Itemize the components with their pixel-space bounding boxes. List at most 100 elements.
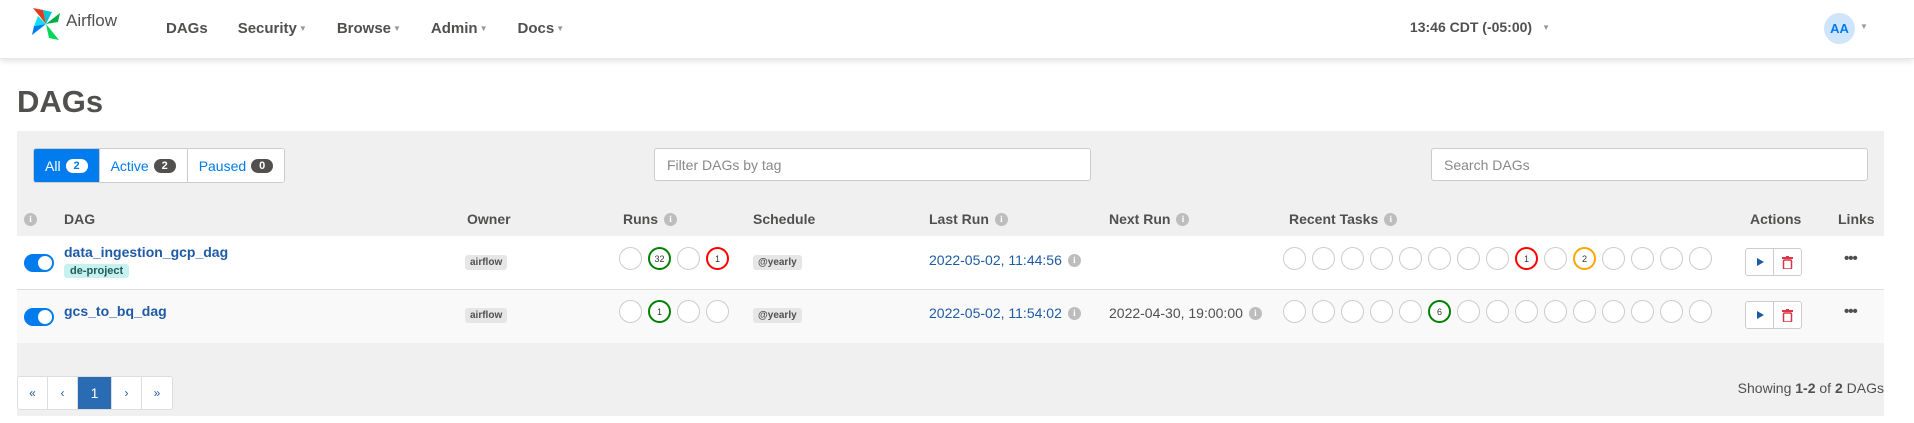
task-state-circle-failed[interactable]: 1 (1515, 247, 1538, 270)
col-links-label: Links (1838, 211, 1875, 227)
dag-id-link[interactable]: data_ingestion_gcp_dag (64, 244, 228, 260)
filter-all-button[interactable]: All 2 (34, 149, 100, 182)
airflow-logo-icon (32, 8, 60, 40)
col-dag-header[interactable]: DAG (64, 209, 95, 229)
filter-paused-button[interactable]: Paused 0 (187, 149, 285, 182)
run-state-circle-running[interactable] (677, 247, 700, 270)
task-state-circle-deferred[interactable] (1689, 300, 1712, 323)
info-icon[interactable]: i (1176, 212, 1190, 226)
owner-badge[interactable]: airflow (465, 308, 508, 323)
col-schedule-label: Schedule (753, 211, 816, 227)
col-recent-tasks-header: Recent Tasks i (1289, 209, 1398, 229)
nav-browse-label: Browse (336, 19, 391, 37)
task-state-circle-scheduled[interactable] (1341, 300, 1364, 323)
col-last-run-header: Last Run i (929, 209, 1008, 229)
task-state-circle-failed[interactable] (1515, 300, 1538, 323)
nav-docs[interactable]: Docs ▼ (518, 20, 565, 37)
chevron-down-icon: ▼ (298, 23, 307, 33)
run-state-circle-failed[interactable]: 1 (706, 247, 729, 270)
task-state-circle-sensing[interactable] (1660, 300, 1683, 323)
task-state-circle-none[interactable] (1283, 247, 1306, 270)
task-state-circle-up-for-reschedule[interactable]: 2 (1573, 247, 1596, 270)
info-icon[interactable]: i (1248, 306, 1262, 320)
info-icon[interactable]: i (1067, 306, 1081, 320)
table-row: gcs_to_bq_dag airflow 1 @yearly 2022-05-… (17, 289, 1884, 343)
task-state-circle-upstream-failed[interactable] (1602, 247, 1625, 270)
task-state-circle-running[interactable] (1399, 247, 1422, 270)
user-avatar[interactable]: AA (1824, 13, 1855, 44)
header-info[interactable]: i (24, 209, 37, 229)
task-state-circle-shutdown[interactable] (1457, 300, 1480, 323)
task-state-circle-skipped[interactable] (1631, 300, 1654, 323)
nav-browse[interactable]: Browse ▼ (337, 20, 401, 37)
current-page-button[interactable]: 1 (78, 377, 112, 409)
info-icon[interactable]: i (664, 212, 677, 226)
trigger-dag-button[interactable] (1745, 301, 1774, 329)
delete-dag-button[interactable] (1773, 248, 1802, 276)
task-state-circle-deferred[interactable] (1689, 247, 1712, 270)
task-state-circle-upstream-failed[interactable] (1602, 300, 1625, 323)
task-state-circle-skipped[interactable] (1631, 247, 1654, 270)
task-state-circle-success[interactable] (1428, 247, 1451, 270)
run-state-circle-queued[interactable] (619, 247, 642, 270)
dag-id-link[interactable]: gcs_to_bq_dag (64, 303, 167, 319)
trigger-dag-button[interactable] (1745, 248, 1774, 276)
search-dags-input[interactable] (1431, 148, 1868, 181)
task-state-circle-queued[interactable] (1370, 300, 1393, 323)
task-state-circle-restarting[interactable] (1486, 247, 1509, 270)
chevron-down-icon[interactable]: ▼ (1860, 22, 1868, 31)
tag-filter-input[interactable] (654, 148, 1091, 181)
task-state-circle-up-for-retry[interactable] (1544, 247, 1567, 270)
nav-security[interactable]: Security ▼ (238, 20, 307, 37)
play-icon (1756, 311, 1764, 319)
owner-badge[interactable]: airflow (465, 255, 508, 270)
delete-dag-button[interactable] (1773, 301, 1802, 329)
schedule-badge[interactable]: @yearly (753, 308, 802, 323)
info-icon[interactable]: i (1067, 253, 1081, 267)
task-state-circle-restarting[interactable] (1486, 300, 1509, 323)
info-icon[interactable]: i (1384, 212, 1398, 226)
task-state-circle-up-for-reschedule[interactable] (1573, 300, 1596, 323)
col-owner-header[interactable]: Owner (467, 209, 511, 229)
last-run-link[interactable]: 2022-05-02, 11:54:02 (929, 305, 1062, 321)
run-state-circle-failed[interactable] (706, 300, 729, 323)
task-state-circle-shutdown[interactable] (1457, 247, 1480, 270)
task-state-circle-removed[interactable] (1312, 247, 1335, 270)
first-page-button[interactable]: « (18, 377, 48, 409)
task-state-circle-scheduled[interactable] (1341, 247, 1364, 270)
task-state-circle-removed[interactable] (1312, 300, 1335, 323)
table-row: data_ingestion_gcp_dag de-project airflo… (17, 236, 1884, 289)
nav-dags[interactable]: DAGs (166, 20, 208, 37)
prev-page-button[interactable]: ‹ (48, 377, 78, 409)
showing-prefix: Showing (1737, 380, 1796, 396)
pause-toggle[interactable] (24, 308, 54, 326)
col-actions-label: Actions (1750, 211, 1802, 227)
trash-icon (1782, 255, 1793, 269)
task-state-circle-up-for-retry[interactable] (1544, 300, 1567, 323)
pause-toggle[interactable] (24, 254, 54, 272)
timezone-clock[interactable]: 13:46 CDT (-05:00) ▼ (1410, 19, 1550, 35)
info-icon[interactable]: i (24, 212, 37, 226)
dag-tag[interactable]: de-project (64, 264, 130, 278)
task-state-circle-sensing[interactable] (1660, 247, 1683, 270)
last-page-button[interactable]: » (142, 377, 172, 409)
filter-active-button[interactable]: Active 2 (99, 149, 188, 182)
run-state-circle-running[interactable] (677, 300, 700, 323)
links-ellipsis-icon[interactable]: ••• (1844, 250, 1858, 267)
task-state-circle-queued[interactable] (1370, 247, 1393, 270)
task-state-circle-running[interactable] (1399, 300, 1422, 323)
task-state-circle-success[interactable]: 6 (1428, 300, 1451, 323)
schedule-badge[interactable]: @yearly (753, 255, 802, 270)
brand[interactable]: Airflow (30, 6, 117, 42)
links-ellipsis-icon[interactable]: ••• (1844, 303, 1858, 320)
nav-admin[interactable]: Admin ▼ (431, 20, 488, 37)
info-icon[interactable]: i (994, 212, 1008, 226)
run-state-circle-success[interactable]: 32 (648, 247, 671, 270)
filter-active-label: Active (110, 157, 149, 174)
next-page-button[interactable]: › (112, 377, 142, 409)
run-state-circle-success[interactable]: 1 (648, 300, 671, 323)
run-state-circle-queued[interactable] (619, 300, 642, 323)
showing-of: of (1815, 380, 1835, 396)
task-state-circle-none[interactable] (1283, 300, 1306, 323)
last-run-link[interactable]: 2022-05-02, 11:44:56 (929, 252, 1062, 268)
